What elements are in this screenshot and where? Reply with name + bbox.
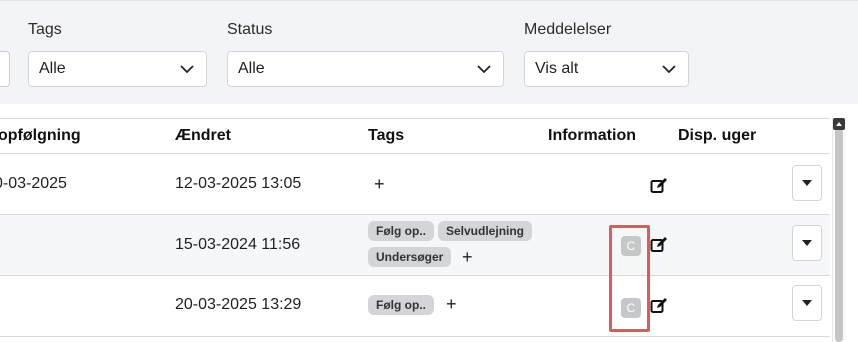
column-header-disp-weeks[interactable]: Disp. uger bbox=[678, 127, 756, 145]
changed-date: 15-03-2024 11:56 bbox=[175, 236, 301, 253]
tag-chip[interactable]: Undersøger bbox=[368, 247, 452, 267]
table-row[interactable]: 0-03-2025 12-03-2025 13:05 + bbox=[0, 154, 830, 215]
highlight-box bbox=[609, 225, 650, 332]
caret-down-icon bbox=[802, 300, 812, 306]
changed-date: 20-03-2025 13:29 bbox=[175, 296, 302, 313]
results-table: opfølgning Ændret Tags Information Disp.… bbox=[0, 118, 858, 342]
caret-down-icon bbox=[802, 240, 812, 246]
edit-icon[interactable] bbox=[650, 236, 668, 254]
chevron-down-icon bbox=[180, 64, 194, 74]
messages-filter-value: Vis alt bbox=[535, 60, 579, 77]
add-tag-button[interactable]: + bbox=[462, 248, 473, 266]
filter-bar: Tags Alle Status Alle Meddelelser Vis al… bbox=[0, 0, 858, 104]
column-header-followup[interactable]: opfølgning bbox=[0, 127, 81, 145]
scroll-up-arrow-icon[interactable] bbox=[833, 118, 845, 130]
scrollbar-thumb[interactable] bbox=[835, 128, 843, 342]
tags-filter-value: Alle bbox=[39, 60, 66, 77]
edit-icon[interactable] bbox=[650, 297, 668, 315]
changed-date: 12-03-2025 13:05 bbox=[175, 175, 302, 192]
row-actions-dropdown[interactable] bbox=[792, 225, 822, 261]
messages-filter-label: Meddelelser bbox=[524, 21, 612, 38]
messages-filter-select[interactable]: Vis alt bbox=[524, 51, 689, 87]
previous-filter-field[interactable] bbox=[0, 51, 10, 87]
row-actions-dropdown[interactable] bbox=[792, 285, 822, 321]
tags-filter-label: Tags bbox=[28, 21, 62, 38]
table-row[interactable]: 20-03-2025 13:29 Følg op.. + C bbox=[0, 276, 830, 337]
status-filter-value: Alle bbox=[238, 60, 265, 77]
status-filter-select[interactable]: Alle bbox=[227, 51, 504, 87]
add-tag-button[interactable]: + bbox=[374, 175, 385, 193]
status-filter-label: Status bbox=[227, 21, 273, 38]
add-tag-button[interactable]: + bbox=[446, 295, 457, 313]
tag-chip[interactable]: Følg op.. bbox=[368, 295, 434, 315]
table-row[interactable]: 15-03-2024 11:56 Følg op.. Selvudlejning… bbox=[0, 215, 830, 276]
column-header-tags[interactable]: Tags bbox=[368, 127, 404, 145]
column-header-information[interactable]: Information bbox=[548, 127, 636, 145]
caret-down-icon bbox=[802, 180, 812, 186]
column-header-changed[interactable]: Ændret bbox=[175, 127, 231, 145]
tag-chip[interactable]: Følg op.. bbox=[368, 221, 434, 241]
row-actions-dropdown[interactable] bbox=[792, 165, 822, 201]
chevron-down-icon bbox=[477, 64, 491, 74]
edit-icon[interactable] bbox=[650, 177, 668, 195]
tags-filter-select[interactable]: Alle bbox=[28, 51, 207, 87]
chevron-down-icon bbox=[662, 64, 676, 74]
tag-chip[interactable]: Selvudlejning bbox=[438, 221, 533, 241]
followup-date: 0-03-2025 bbox=[0, 175, 67, 192]
table-header-row: opfølgning Ændret Tags Information Disp.… bbox=[0, 118, 830, 154]
